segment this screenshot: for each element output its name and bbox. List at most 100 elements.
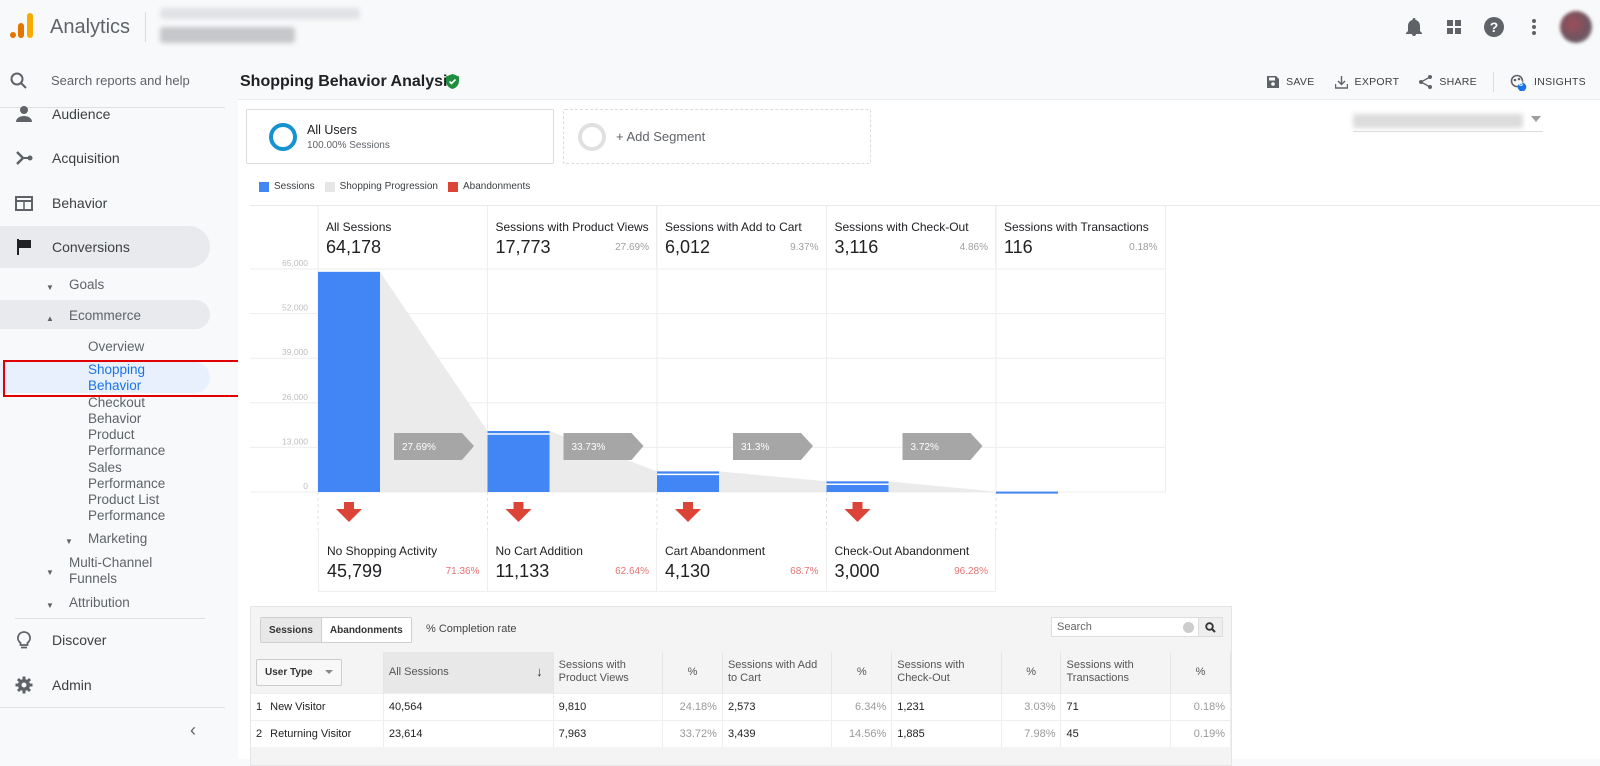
nav-label: Behavior xyxy=(52,195,108,211)
step-label: Sessions with Product Views xyxy=(495,220,649,234)
progression-rate-label: 31.3% xyxy=(741,442,769,453)
add-segment-label: + Add Segment xyxy=(616,129,706,144)
row-dimension[interactable]: 2 Returning Visitor xyxy=(251,719,384,747)
share-button[interactable]: SHARE xyxy=(1419,75,1477,89)
table-cell: 2,573 xyxy=(722,692,833,720)
toggle-abandonments[interactable]: Abandonments xyxy=(321,618,411,642)
column-header[interactable]: % xyxy=(1170,652,1231,693)
table-cell: 0.18% xyxy=(1170,692,1231,720)
nav-goals[interactable]: ▼ Goals xyxy=(46,277,105,293)
nav-label: Acquisition xyxy=(52,150,120,166)
help-button[interactable]: ? xyxy=(1474,17,1514,37)
legend-progression: Shopping Progression xyxy=(324,181,438,192)
abandonment-step[interactable]: No Shopping Activity 45,799 71.36% xyxy=(318,530,488,592)
primary-dimension-selector[interactable]: User Type xyxy=(256,658,342,686)
abandonment-arrow-icon xyxy=(336,502,362,522)
table-cell: 0.19% xyxy=(1170,719,1231,747)
nav-admin[interactable]: Admin xyxy=(0,664,210,706)
column-header[interactable]: Sessions with Add to Cart xyxy=(722,652,833,693)
dimension-header: User Type xyxy=(251,652,384,693)
step-percent: 0.18% xyxy=(1129,242,1158,253)
nav-conversions[interactable]: Conversions xyxy=(0,226,210,268)
search-icon xyxy=(10,72,27,89)
view-name xyxy=(160,27,295,43)
help-icon: ? xyxy=(1484,17,1504,37)
column-header[interactable]: Sessions with Transactions xyxy=(1060,652,1172,693)
dropdown-arrow-icon xyxy=(324,670,333,675)
column-header[interactable]: % xyxy=(1001,652,1062,693)
nav-label: Goals xyxy=(69,277,105,292)
nav-product-performance[interactable]: Product Performance xyxy=(88,427,165,458)
nav-label: Discover xyxy=(52,632,107,648)
sort-arrow-icon: ↓ xyxy=(536,664,543,679)
divider xyxy=(0,707,225,708)
step-percent: 27.69% xyxy=(615,242,649,253)
flag-icon xyxy=(17,239,31,255)
table-cell: 33.72% xyxy=(662,719,723,747)
export-button[interactable]: EXPORT xyxy=(1334,75,1400,89)
column-header-all-sessions[interactable]: All Sessions ↓ xyxy=(383,652,554,693)
completion-rate-toggle[interactable]: % Completion rate xyxy=(426,623,517,635)
session-bar xyxy=(996,491,1058,494)
date-range-selector[interactable] xyxy=(1353,112,1543,132)
table-cell: 6.34% xyxy=(831,692,893,720)
y-tick-label: 13,000 xyxy=(282,436,308,446)
account-selector[interactable] xyxy=(160,8,360,43)
nav-discover[interactable]: Discover xyxy=(0,619,210,661)
toggle-sessions[interactable]: Sessions xyxy=(261,618,322,642)
table-cell: 71 xyxy=(1060,692,1172,720)
acquisition-icon xyxy=(16,151,33,165)
row-dimension[interactable]: 1 New Visitor xyxy=(251,692,384,720)
insights-label: INSIGHTS xyxy=(1534,76,1586,88)
view-toggle: Sessions Abandonments xyxy=(260,617,412,643)
abandonment-label: Check-Out Abandonment xyxy=(834,544,970,558)
column-header[interactable]: Sessions with Check-Out xyxy=(891,652,1002,693)
abandonment-step[interactable]: Cart Abandonment 4,130 68.7% xyxy=(657,530,827,592)
abandonment-step[interactable]: Check-Out Abandonment 3,000 96.28% xyxy=(826,530,996,592)
insights-button[interactable]: 8 INSIGHTS xyxy=(1510,74,1586,91)
column-header[interactable]: % xyxy=(831,652,893,693)
more-options-button[interactable] xyxy=(1514,19,1554,35)
expand-arrow-icon: ▼ xyxy=(46,283,54,292)
nav-behavior[interactable]: Behavior xyxy=(0,182,210,224)
table-cell: 24.18% xyxy=(662,692,723,720)
session-bar xyxy=(487,431,550,492)
nav-product-list-performance[interactable]: Product List Performance xyxy=(88,492,165,523)
nav-attribution[interactable]: ▼ Attribution xyxy=(46,595,130,611)
nav-checkout-behavior[interactable]: Checkout Behavior xyxy=(88,395,145,426)
nav-sales-performance[interactable]: Sales Performance xyxy=(88,460,165,491)
column-header[interactable]: Sessions with Product Views xyxy=(553,652,664,693)
add-segment-button[interactable]: + Add Segment xyxy=(563,109,871,164)
account-path xyxy=(160,8,360,19)
segment-all-users[interactable]: All Users 100.00% Sessions xyxy=(246,109,554,164)
progression-rate-label: 3.72% xyxy=(911,442,939,453)
table-search-button[interactable] xyxy=(1199,617,1223,637)
table-cell: 7.98% xyxy=(1001,719,1062,747)
dropdown-arrow-icon xyxy=(1531,116,1541,122)
save-button[interactable]: SAVE xyxy=(1267,76,1314,88)
segment-name: All Users xyxy=(307,122,358,137)
nav-marketing[interactable]: ▼ Marketing xyxy=(65,531,147,547)
table-search-input[interactable]: Search xyxy=(1051,617,1199,637)
nav-label: Multi-Channel xyxy=(69,555,153,570)
nav-multi-channel-funnels[interactable]: ▼ Multi-Channel Funnels xyxy=(46,555,153,586)
abandonment-percent: 71.36% xyxy=(445,566,480,577)
nav-ecommerce[interactable]: ▲ Ecommerce xyxy=(46,308,141,324)
nav-acquisition[interactable]: Acquisition xyxy=(0,137,210,179)
avatar[interactable] xyxy=(1560,11,1592,43)
notifications-button[interactable] xyxy=(1394,18,1434,36)
main-content: Shopping Behavior Analysis SAVE EXPORT S… xyxy=(238,54,1600,766)
save-label: SAVE xyxy=(1286,76,1315,88)
progression-area xyxy=(719,471,827,492)
nav-label: Product List xyxy=(88,492,160,507)
apps-button[interactable] xyxy=(1434,20,1474,34)
clear-icon[interactable] xyxy=(1183,622,1194,633)
column-header[interactable]: % xyxy=(662,652,723,693)
nav-audience[interactable]: Audience xyxy=(0,93,210,135)
analytics-logo-icon[interactable] xyxy=(9,12,35,40)
collapse-sidebar-button[interactable]: ‹ xyxy=(190,720,196,741)
abandonment-step[interactable]: No Cart Addition 11,133 62.64% xyxy=(487,530,657,592)
nav-ecommerce-overview[interactable]: Overview xyxy=(88,339,144,355)
bell-icon xyxy=(1406,18,1422,36)
step-value: 64,178 xyxy=(326,237,382,257)
